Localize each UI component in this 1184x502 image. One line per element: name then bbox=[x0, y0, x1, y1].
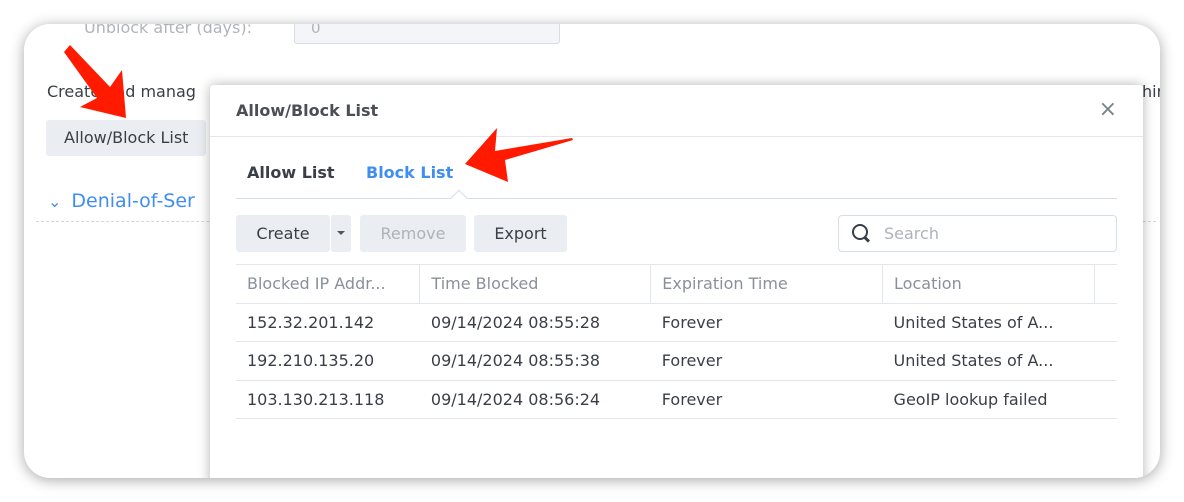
section-title: Denial-of-Ser bbox=[71, 190, 195, 212]
cell-location: GeoIP lookup failed bbox=[882, 380, 1095, 419]
cell-time-blocked: 09/14/2024 08:55:38 bbox=[419, 341, 651, 381]
tab-block-list[interactable]: Block List bbox=[366, 163, 453, 182]
close-icon[interactable]: × bbox=[1099, 97, 1117, 122]
search-input[interactable]: Search bbox=[838, 215, 1117, 252]
create-dropdown-button[interactable] bbox=[330, 215, 351, 252]
toolbar: Create Remove Export Search bbox=[236, 215, 1117, 253]
search-placeholder: Search bbox=[884, 224, 939, 243]
column-header-time-blocked[interactable]: Time Blocked bbox=[419, 264, 651, 304]
block-list-table: Blocked IP Addr... Time Blocked Expirati… bbox=[236, 264, 1117, 419]
unblock-after-label: Unblock after (days): bbox=[84, 24, 252, 37]
cell-ip: 103.130.213.118 bbox=[236, 380, 420, 419]
cell-time-blocked: 09/14/2024 08:56:24 bbox=[419, 380, 651, 419]
dos-section-header[interactable]: ⌄ Denial-of-Ser bbox=[48, 190, 195, 212]
allow-block-list-button[interactable]: Allow/Block List bbox=[46, 120, 207, 156]
cell-ip: 152.32.201.142 bbox=[236, 303, 420, 342]
cell-location: United States of A... bbox=[882, 303, 1095, 342]
column-header-expiration[interactable]: Expiration Time bbox=[650, 264, 883, 304]
table-row[interactable]: 103.130.213.118 09/14/2024 08:56:24 Fore… bbox=[236, 380, 1117, 419]
tab-allow-list[interactable]: Allow List bbox=[247, 163, 335, 182]
cell-expiration: Forever bbox=[650, 380, 883, 419]
description-text: Create and manag bbox=[47, 82, 196, 101]
cell-expiration: Forever bbox=[650, 341, 883, 381]
description-text-cut: hir bbox=[1142, 82, 1160, 101]
column-header-ip[interactable]: Blocked IP Addr... bbox=[236, 264, 420, 304]
cell-time-blocked: 09/14/2024 08:55:28 bbox=[419, 303, 651, 342]
export-button[interactable]: Export bbox=[474, 215, 567, 252]
table-row[interactable]: 192.210.135.20 09/14/2024 08:55:38 Forev… bbox=[236, 341, 1117, 381]
tab-bar: Allow List Block List bbox=[236, 163, 1117, 207]
column-header-extra bbox=[1093, 264, 1117, 304]
allow-block-list-dialog: Allow/Block List × Allow List Block List… bbox=[210, 85, 1143, 478]
active-tab-indicator bbox=[450, 189, 468, 207]
remove-button[interactable]: Remove bbox=[360, 215, 466, 252]
settings-window: Unblock after (days): 0 Create and manag… bbox=[24, 24, 1160, 478]
column-header-location[interactable]: Location bbox=[882, 264, 1095, 304]
table-header: Blocked IP Addr... Time Blocked Expirati… bbox=[236, 264, 1117, 304]
cell-expiration: Forever bbox=[650, 303, 883, 342]
divider bbox=[210, 136, 1143, 137]
chevron-down-icon: ⌄ bbox=[48, 192, 62, 211]
table-row[interactable]: 152.32.201.142 09/14/2024 08:55:28 Forev… bbox=[236, 303, 1117, 342]
unblock-after-input[interactable]: 0 bbox=[294, 24, 560, 44]
dialog-title: Allow/Block List bbox=[236, 101, 379, 120]
search-icon bbox=[852, 224, 868, 240]
create-button[interactable]: Create bbox=[236, 215, 330, 252]
cell-location: United States of A... bbox=[882, 341, 1095, 381]
cell-ip: 192.210.135.20 bbox=[236, 341, 420, 381]
